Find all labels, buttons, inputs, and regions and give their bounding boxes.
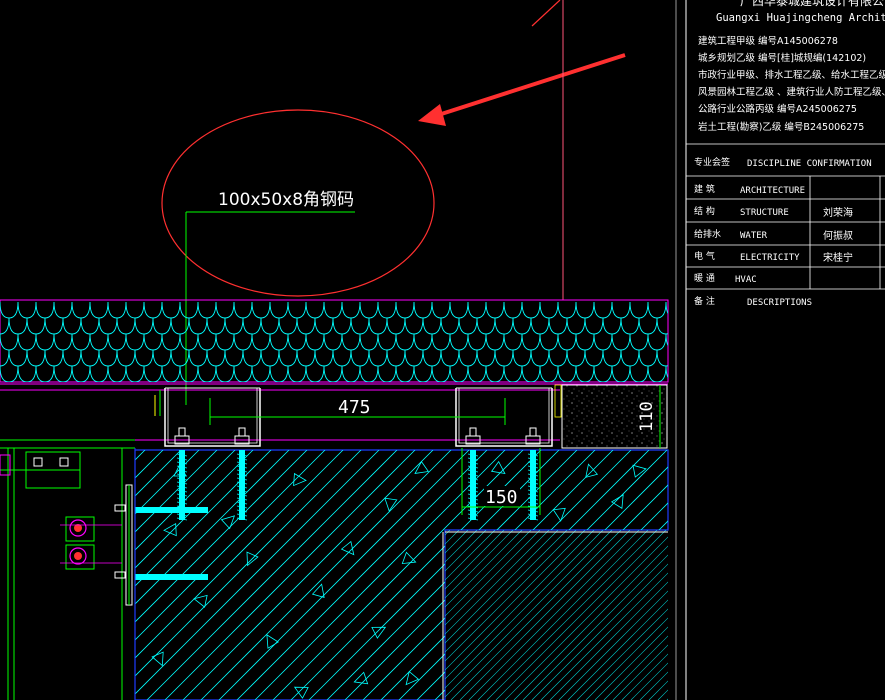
cert-line-1: 建筑工程甲级 编号A145006278 <box>698 35 838 47</box>
dimension-475: 475 <box>209 397 506 425</box>
svg-text:ARCHITECTURE: ARCHITECTURE <box>740 186 805 196</box>
discipline-row-descriptions: 备 注 DESCRIPTIONS <box>694 295 812 308</box>
company-name-cn: 广西华泰城建筑设计有限公司 <box>740 0 885 8</box>
svg-text:何振叔: 何振叔 <box>823 229 853 242</box>
pipe-fitting-upper <box>65 516 95 542</box>
svg-text:DESCRIPTIONS: DESCRIPTIONS <box>747 298 812 308</box>
svg-text:刘荣海: 刘荣海 <box>823 206 853 219</box>
anchor-arm <box>135 507 208 513</box>
concrete-hatch-region <box>134 449 669 700</box>
svg-text:暖 通: 暖 通 <box>694 272 715 284</box>
company-name-en: Guangxi Huajingcheng Architectural Desig… <box>716 12 885 24</box>
cert-line-4: 风景园林工程乙级 、建筑行业人防工程乙级、 <box>698 86 885 98</box>
annotation-stroke-top <box>531 0 561 27</box>
discipline-header-cn: 专业会签 <box>694 156 730 168</box>
anchor-bolt <box>525 427 541 521</box>
svg-text:建 筑: 建 筑 <box>694 183 715 195</box>
svg-text:电 气: 电 气 <box>694 250 715 262</box>
discipline-row-architecture: 建 筑 ARCHITECTURE <box>694 183 805 196</box>
svg-text:宋桂宁: 宋桂宁 <box>823 251 853 264</box>
annotation-arrow-shaft <box>431 53 626 119</box>
anchor-arm <box>135 574 208 580</box>
anchor-bolt <box>465 427 481 521</box>
discipline-row-water: 给排水 WATER 何振叔 <box>694 228 853 242</box>
svg-text:STRUCTURE: STRUCTURE <box>740 208 789 218</box>
annotation-arrow-head <box>418 104 446 126</box>
annotation-markup <box>161 0 626 300</box>
anchor-bolt <box>174 427 190 521</box>
cert-line-2: 城乡规划乙级 编号[桂]城规编(142102) <box>698 52 866 64</box>
svg-text:HVAC: HVAC <box>735 275 757 285</box>
svg-text:结 构: 结 构 <box>694 205 715 217</box>
discipline-header-en: DISCIPLINE CONFIRMATION <box>747 159 872 169</box>
discipline-row-hvac: 暖 通 HVAC <box>694 272 757 285</box>
cert-line-6: 岩土工程(勘察)乙级 编号B245006275 <box>698 121 864 133</box>
cert-line-5: 公路行业公路丙级 编号A245006275 <box>698 103 857 115</box>
dimension-150-label: 150 <box>485 487 518 508</box>
cert-line-3: 市政行业甲级、排水工程乙级、给水工程乙级、 <box>698 69 885 81</box>
roof-tile-layer <box>0 299 669 385</box>
title-block: 广西华泰城建筑设计有限公司 Guangxi Huajingcheng Archi… <box>675 0 885 700</box>
pipe-fitting-lower <box>65 544 95 570</box>
discipline-row-structure: 结 构 STRUCTURE 刘荣海 <box>694 205 853 219</box>
anchor-bolts <box>135 427 541 580</box>
svg-text:ELECTRICITY: ELECTRICITY <box>740 253 800 263</box>
cad-drawing-canvas[interactable]: 100x50x8角钢码 475 150 110 广西华泰城建筑设计有限公司 Gu… <box>0 0 885 700</box>
left-wall-details <box>0 439 136 700</box>
discipline-row-electricity: 电 气 ELECTRICITY 宋桂宁 <box>694 250 853 264</box>
angle-bracket-label: 100x50x8角钢码 <box>218 190 354 210</box>
svg-text:给排水: 给排水 <box>694 228 721 240</box>
dimension-475-label: 475 <box>338 397 371 418</box>
svg-text:备 注: 备 注 <box>694 295 715 307</box>
dimension-110-label: 110 <box>637 401 657 432</box>
svg-text:WATER: WATER <box>740 231 768 241</box>
